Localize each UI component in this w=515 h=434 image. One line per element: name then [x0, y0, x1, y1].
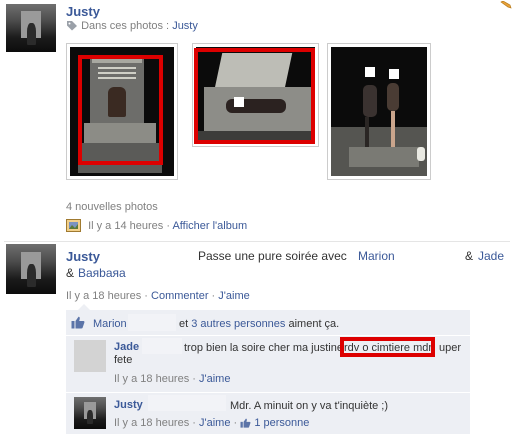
meta-separator: · — [144, 290, 148, 302]
post-time[interactable]: Il y a 18 heures — [66, 290, 141, 302]
feed-divider — [4, 241, 510, 242]
likes-others-link[interactable]: 3 autres personnes — [191, 318, 285, 330]
tag-icon — [66, 20, 78, 34]
post-actions: Il y a 18 heures · Commenter · J'aime — [66, 290, 250, 302]
meta-separator: · — [192, 417, 196, 429]
comment-like-link[interactable]: J'aime — [199, 417, 230, 429]
mention-link[interactable]: Marion — [358, 249, 395, 263]
comment-like-count[interactable]: 1 personne — [254, 417, 309, 429]
thumbs-up-icon — [240, 418, 251, 431]
pencil-icon[interactable] — [499, 0, 513, 9]
comment-link[interactable]: Commenter — [151, 290, 208, 302]
meta-separator: · — [233, 417, 238, 429]
comment-text: Mdr. A minuit on y va t'inquiète ;) — [230, 400, 389, 412]
redacted-area — [128, 314, 176, 331]
redacted-area — [148, 395, 226, 411]
comment-author[interactable]: Justy — [114, 399, 143, 411]
comment-author[interactable]: Jade — [114, 341, 139, 353]
post-meta: Il y a 14 heures · Afficher l'album — [66, 219, 247, 235]
like-name-link[interactable]: Marion — [93, 318, 127, 330]
photo-thumbnail-3[interactable] — [327, 43, 431, 180]
comment-text: uper — [439, 342, 462, 354]
comment-text: trop bien la soire cher ma justine — [184, 342, 343, 354]
comment-time[interactable]: Il y a 18 heures — [114, 417, 189, 429]
post-time[interactable]: Il y a 14 heures — [88, 220, 163, 232]
comment: Justy Mdr. A minuit on y va t'inquiète ;… — [66, 393, 470, 434]
comment-like-link[interactable]: J'aime — [199, 373, 230, 385]
comment-meta: Il y a 18 heures · J'aime · 1 personne — [114, 417, 309, 431]
comment-avatar[interactable] — [74, 397, 106, 429]
comment-avatar[interactable] — [74, 340, 106, 372]
comment-time[interactable]: Il y a 18 heures — [114, 373, 189, 385]
meta-separator: · — [192, 373, 196, 385]
post-author[interactable]: Justy — [66, 249, 100, 264]
likes-and: et — [179, 318, 189, 330]
thumbs-up-icon — [71, 316, 85, 332]
ampersand: & — [465, 249, 474, 263]
photo-tags: Dans ces photos : Justy — [66, 20, 198, 34]
meta-separator: · — [211, 290, 216, 302]
tag-prefix: Dans ces photos : — [81, 20, 170, 32]
album-icon — [66, 219, 81, 235]
caret-icon — [78, 304, 90, 310]
highlight-box — [340, 337, 435, 357]
status-text: Passe une pure soirée avec — [198, 249, 347, 263]
photo-count: 4 nouvelles photos — [66, 201, 158, 213]
meta-separator: · — [166, 220, 171, 232]
avatar[interactable] — [6, 244, 56, 294]
comment-meta: Il y a 18 heures · J'aime — [114, 373, 230, 385]
mention-link[interactable]: Baяbaяa — [78, 266, 126, 280]
mention-link[interactable]: Jade — [478, 249, 504, 263]
highlight-box — [194, 48, 315, 144]
comment-text-line2: fete — [114, 354, 133, 366]
redacted-area — [142, 338, 182, 354]
avatar[interactable] — [6, 4, 56, 52]
like-link[interactable]: J'aime — [218, 290, 249, 302]
tagged-person-link[interactable]: Justy — [172, 20, 198, 32]
post-author[interactable]: Justy — [66, 4, 100, 19]
view-album-link[interactable]: Afficher l'album — [172, 220, 247, 232]
likes-suffix: aiment ça. — [288, 318, 340, 330]
highlight-box — [78, 55, 163, 165]
ampersand: & — [66, 266, 75, 280]
likes-summary: et 3 autres personnes aiment ça. — [179, 318, 339, 330]
